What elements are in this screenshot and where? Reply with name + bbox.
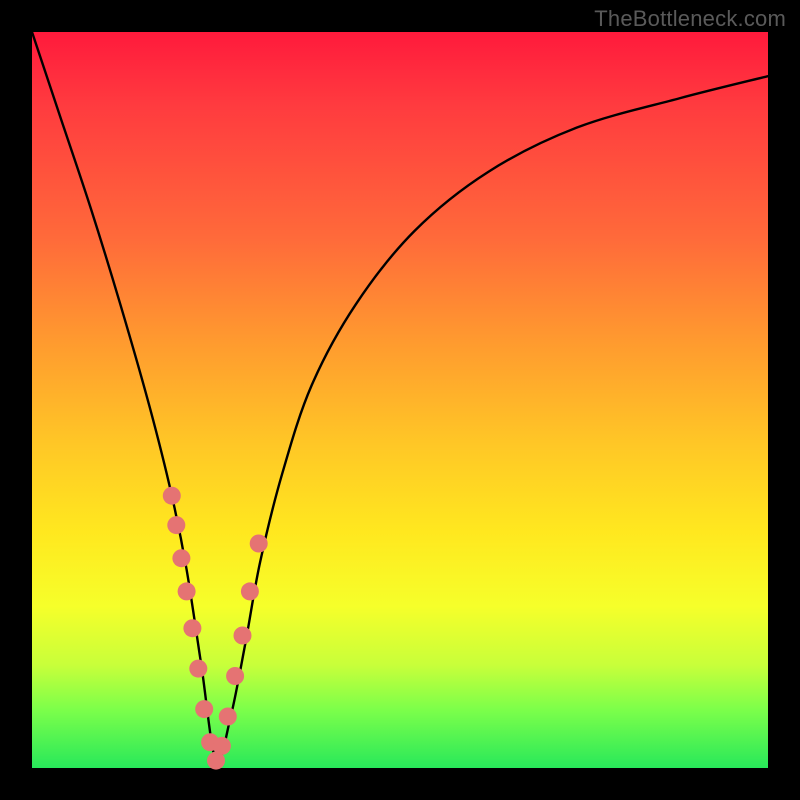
marker-point	[189, 660, 207, 678]
marker-point	[178, 582, 196, 600]
chart-frame: TheBottleneck.com	[0, 0, 800, 800]
highlighted-points	[163, 487, 268, 770]
marker-point	[183, 619, 201, 637]
curve-layer	[32, 32, 768, 768]
marker-point	[163, 487, 181, 505]
marker-point	[167, 516, 185, 534]
marker-point	[250, 535, 268, 553]
watermark-text: TheBottleneck.com	[594, 6, 786, 32]
bottleneck-curve	[32, 32, 768, 762]
marker-point	[241, 582, 259, 600]
marker-point	[226, 667, 244, 685]
marker-point	[213, 737, 231, 755]
marker-point	[234, 627, 252, 645]
plot-area	[32, 32, 768, 768]
marker-point	[195, 700, 213, 718]
marker-point	[172, 549, 190, 567]
marker-point	[219, 708, 237, 726]
